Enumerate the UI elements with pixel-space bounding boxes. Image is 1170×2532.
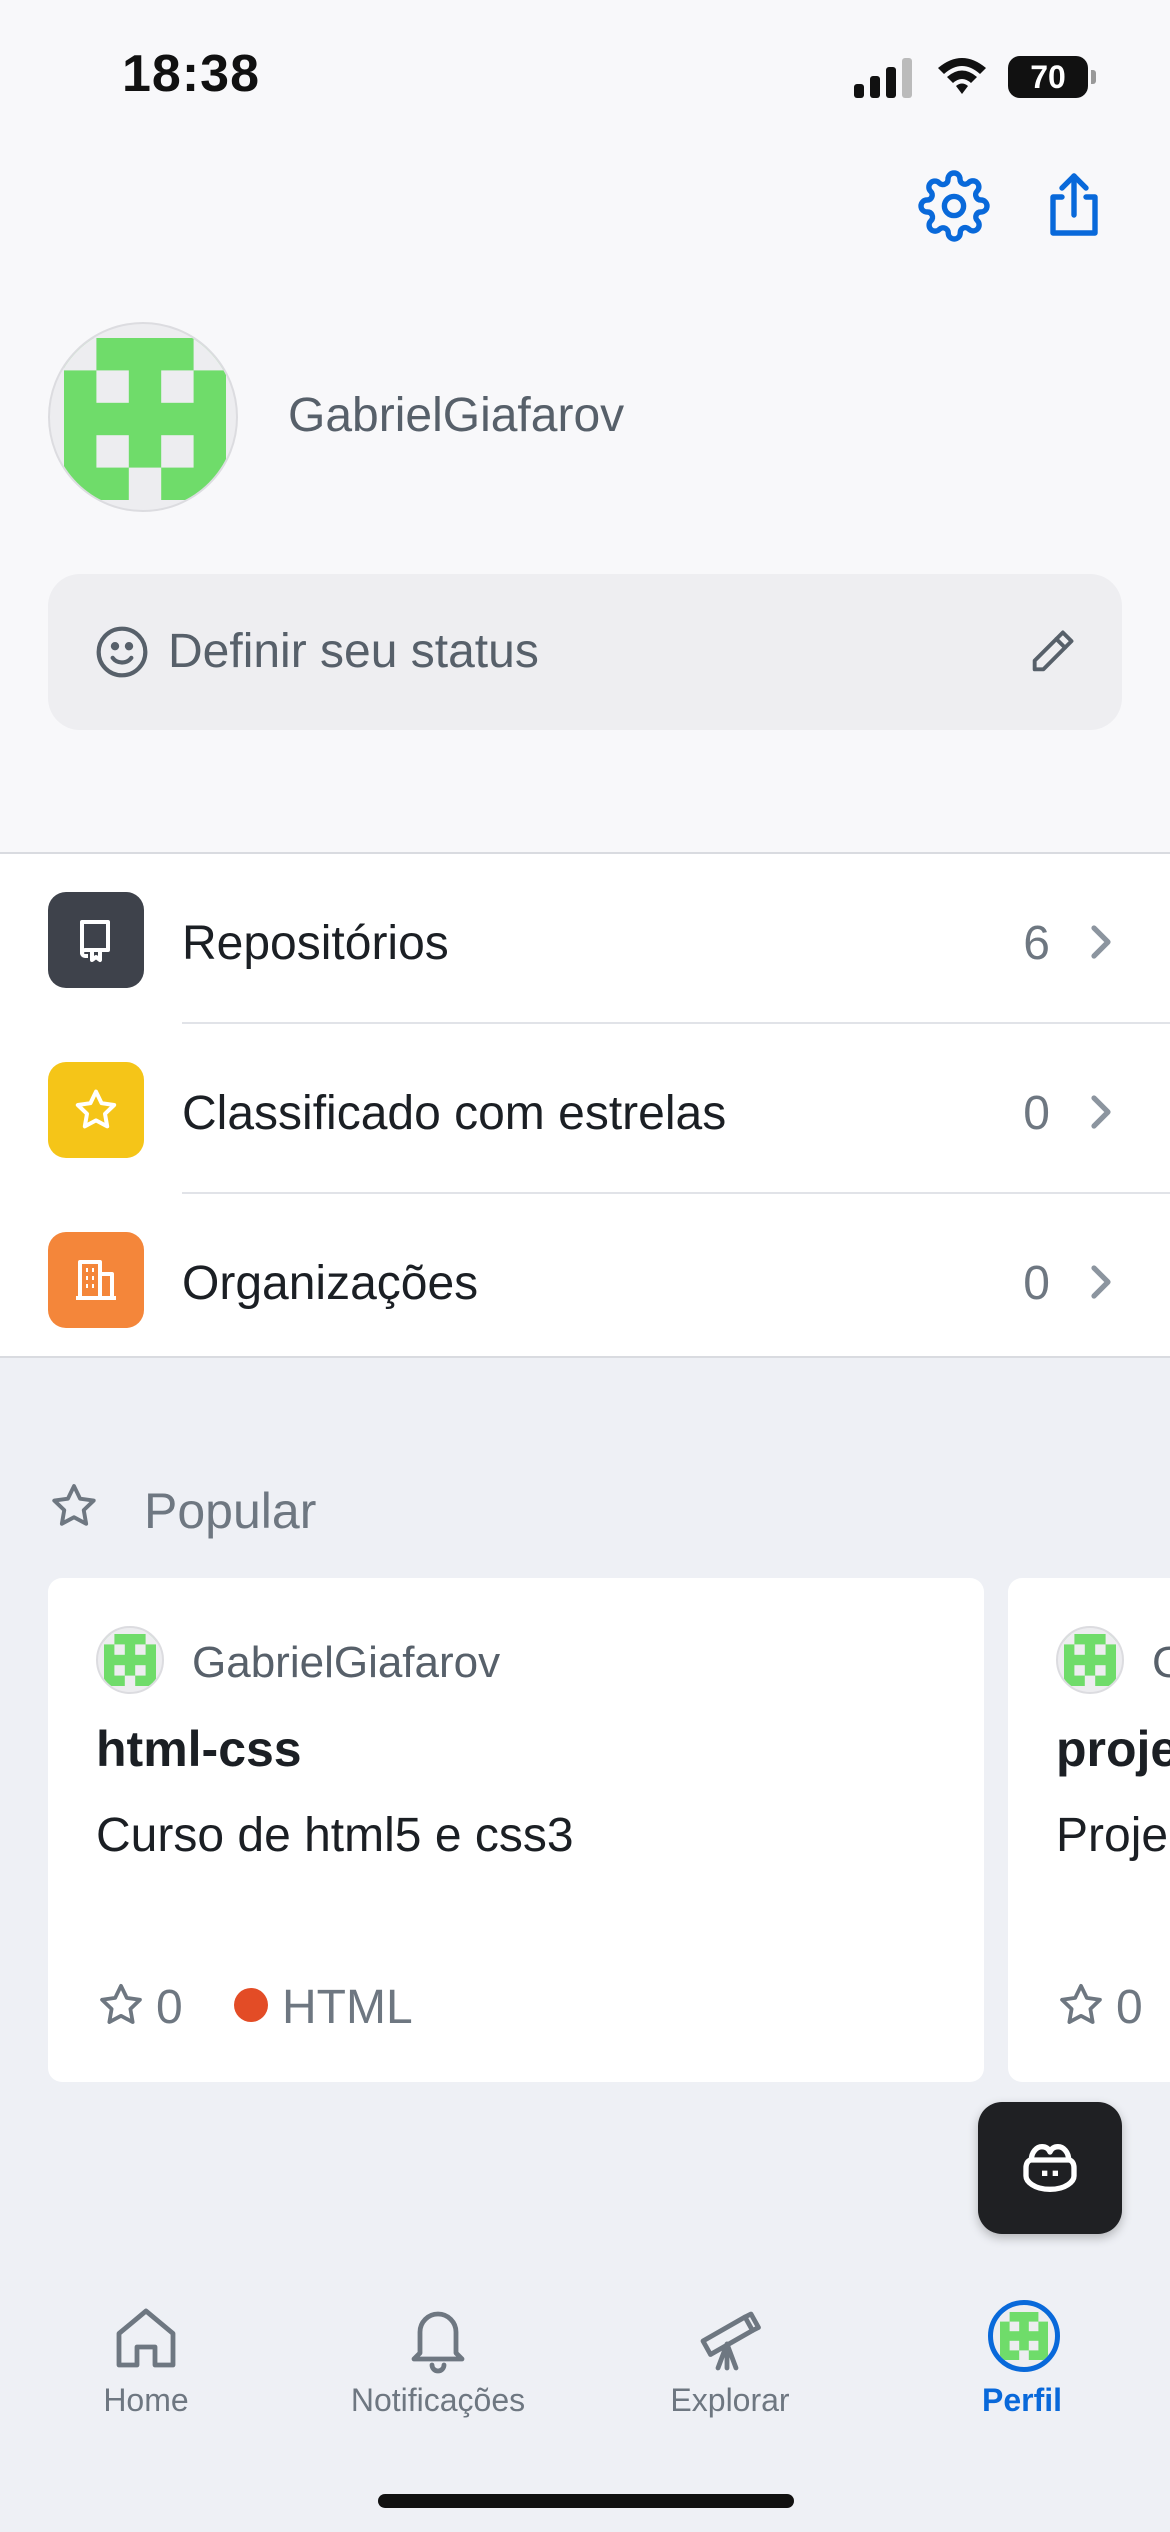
avatar xyxy=(988,2300,1060,2372)
star-outline-icon xyxy=(52,1484,96,1526)
menu-item-organizations[interactable]: Organizações 0 xyxy=(0,1194,1170,1362)
popular-repo-card[interactable]: GabrielGiafarov html-css Curso de html5 … xyxy=(48,1578,984,2082)
chevron-right-icon xyxy=(1091,925,1111,959)
tab-label: Perfil xyxy=(981,2382,1063,2418)
menu-item-label: Repositórios xyxy=(182,917,449,970)
home-indicator xyxy=(378,2494,794,2508)
menu-item-label: Classificado com estrelas xyxy=(182,1087,727,1140)
set-status-button[interactable]: Definir seu status xyxy=(48,574,1122,730)
popular-title: Popular xyxy=(144,1483,317,1539)
star-outline-icon xyxy=(100,1983,142,2024)
menu-item-count: 0 xyxy=(1023,1257,1050,1310)
repo-star-count: 0 xyxy=(156,1981,183,2034)
tab-label: Explorar xyxy=(670,2382,790,2418)
gear-icon[interactable] xyxy=(918,170,990,242)
chevron-right-icon xyxy=(1091,1265,1111,1299)
star-icon xyxy=(48,1062,144,1158)
status-bar-time: 18:38 xyxy=(122,45,260,103)
menu-item-repositories[interactable]: Repositórios 6 xyxy=(0,854,1170,1022)
tab-home[interactable]: Home xyxy=(0,2270,292,2420)
repo-description: Curso de html5 e css3 xyxy=(96,1809,574,1862)
tab-bar: Home Notificações Explorar Perfil xyxy=(0,2270,1170,2532)
tab-label: Home xyxy=(103,2382,189,2418)
menu-item-count: 0 xyxy=(1023,1087,1050,1140)
tab-profile[interactable]: Perfil xyxy=(876,2270,1168,2420)
popular-repo-card[interactable]: G proje Proje 0 xyxy=(1008,1578,1170,2082)
menu-item-label: Organizações xyxy=(182,1257,479,1310)
repo-star-count: 0 xyxy=(1116,1981,1143,2034)
menu-item-starred[interactable]: Classificado com estrelas 0 xyxy=(0,1024,1170,1192)
pencil-icon[interactable] xyxy=(1026,626,1078,678)
menu-item-count: 6 xyxy=(1023,917,1050,970)
repo-description: Proje xyxy=(1056,1809,1169,1862)
repo-language: HTML xyxy=(282,1981,413,2034)
wifi-icon xyxy=(938,58,986,94)
chevron-right-icon xyxy=(1091,1095,1111,1129)
owner-avatar xyxy=(96,1626,164,1694)
repo-name: proje xyxy=(1056,1721,1170,1777)
repo-icon xyxy=(48,892,144,988)
owner-avatar xyxy=(1056,1626,1124,1694)
repo-owner: G xyxy=(1152,1638,1170,1687)
cellular-signal-icon xyxy=(854,58,914,98)
repo-owner: GabrielGiafarov xyxy=(192,1638,501,1687)
organization-icon xyxy=(48,1232,144,1328)
share-icon[interactable] xyxy=(1038,170,1110,242)
smiley-icon xyxy=(96,626,148,678)
repo-name: html-css xyxy=(96,1721,302,1777)
home-icon xyxy=(116,2308,176,2368)
bell-icon xyxy=(411,2311,465,2374)
battery-indicator: 70 xyxy=(1008,56,1096,98)
telescope-icon xyxy=(700,2311,761,2371)
tab-explore[interactable]: Explorar xyxy=(584,2270,876,2420)
star-outline-icon xyxy=(1060,1983,1102,2024)
profile-menu-list: Repositórios 6 Classificado com estrelas… xyxy=(0,852,1170,1358)
language-color-dot xyxy=(234,1988,268,2022)
copilot-button[interactable] xyxy=(978,2102,1122,2234)
copilot-icon xyxy=(1023,2144,1077,2192)
tab-label: Notificações xyxy=(350,2382,526,2418)
tab-notifications[interactable]: Notificações xyxy=(292,2270,584,2420)
profile-username: GabrielGiafarov xyxy=(288,389,625,442)
set-status-label: Definir seu status xyxy=(168,625,539,678)
profile-avatar[interactable] xyxy=(48,322,238,512)
